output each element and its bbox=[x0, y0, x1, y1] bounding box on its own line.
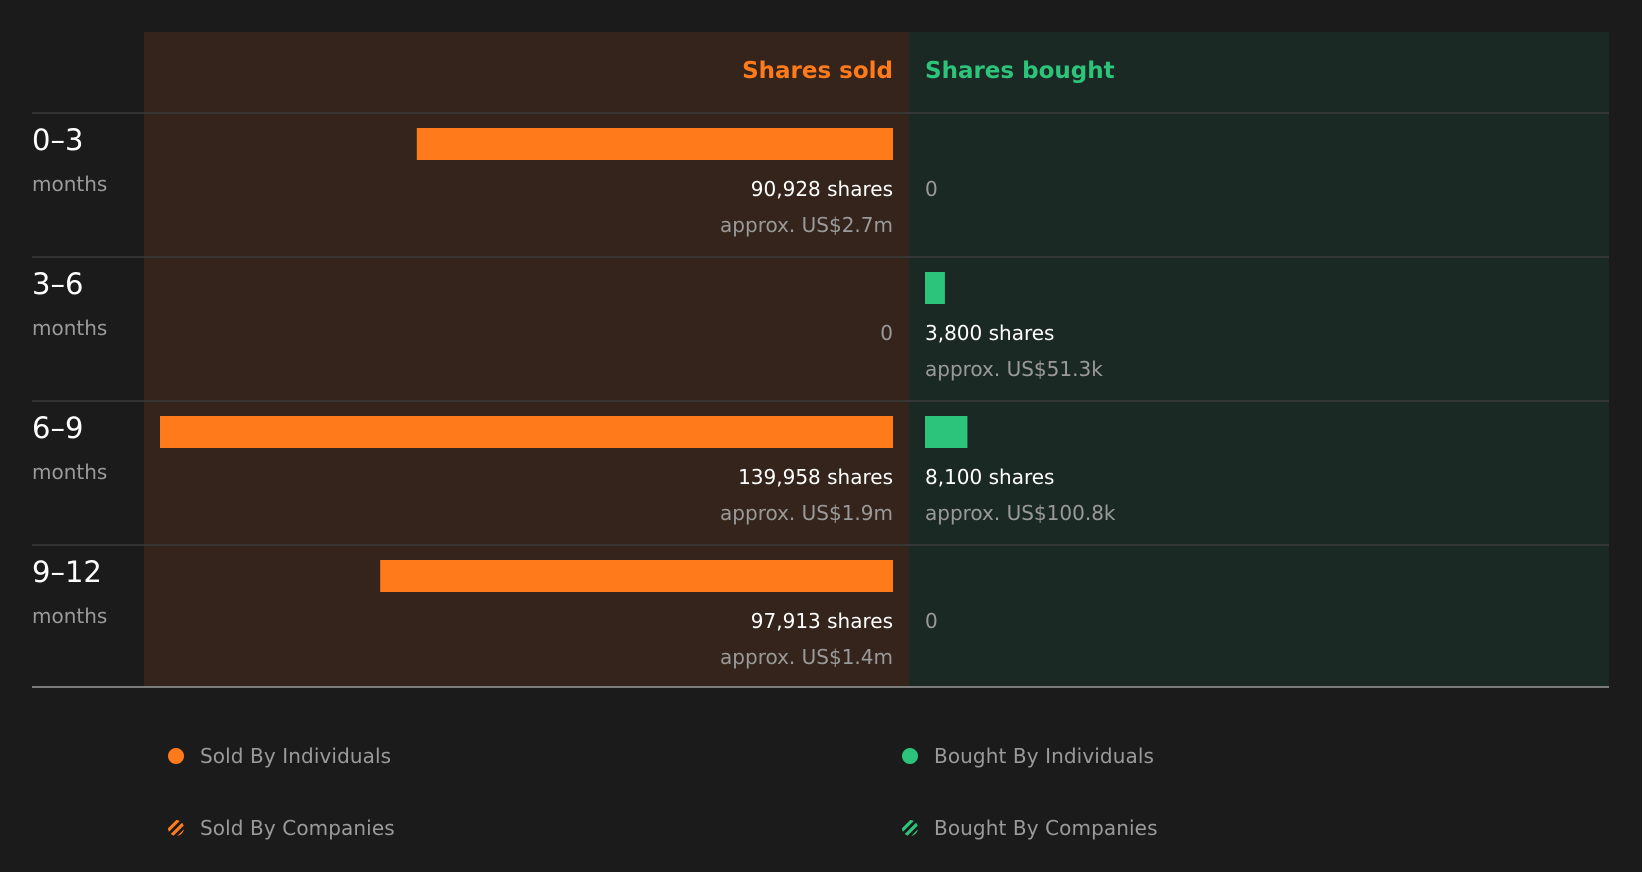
sold-bar bbox=[160, 416, 893, 448]
bought-shares-label: 3,800 shares bbox=[925, 321, 1054, 345]
row-unit-label: months bbox=[32, 316, 107, 340]
legend-bought-companies: Bought By Companies bbox=[902, 816, 1158, 840]
sold-shares-label: 90,928 shares bbox=[751, 177, 893, 201]
sold-zero-label: 0 bbox=[880, 321, 893, 345]
row-unit-label: months bbox=[32, 172, 107, 196]
sold-shares-label: 139,958 shares bbox=[738, 465, 893, 489]
bought-zero-label: 0 bbox=[925, 177, 938, 201]
sold-value-label: approx. US$1.9m bbox=[720, 501, 893, 525]
sold-value-label: approx. US$1.4m bbox=[720, 645, 893, 669]
sold-bar bbox=[416, 128, 893, 160]
row-range-label: 3–6 bbox=[32, 267, 83, 301]
legend-label: Bought By Companies bbox=[934, 816, 1158, 840]
row-range-label: 6–9 bbox=[32, 411, 83, 445]
bought-individuals-swatch-icon bbox=[902, 748, 918, 764]
bought-value-label: approx. US$51.3k bbox=[925, 357, 1103, 381]
legend-sold-individuals: Sold By Individuals bbox=[168, 744, 391, 768]
row-unit-label: months bbox=[32, 460, 107, 484]
bought-header: Shares bought bbox=[925, 58, 1115, 84]
sold-individuals-swatch-icon bbox=[168, 748, 184, 764]
bought-value-label: approx. US$100.8k bbox=[925, 501, 1116, 525]
sold-shares-label: 97,913 shares bbox=[751, 609, 893, 633]
legend-label: Sold By Individuals bbox=[200, 744, 392, 768]
bought-bar bbox=[925, 272, 945, 304]
sold-value-label: approx. US$2.7m bbox=[720, 213, 893, 237]
sold-companies-swatch-icon bbox=[168, 820, 184, 836]
row-range-label: 0–3 bbox=[32, 123, 83, 157]
legend-label: Bought By Individuals bbox=[934, 744, 1155, 768]
legend-bought-individuals: Bought By Individuals bbox=[902, 744, 1154, 768]
legend-label: Sold By Companies bbox=[200, 816, 395, 840]
sold-bar bbox=[380, 560, 893, 592]
sold-header: Shares sold bbox=[742, 58, 893, 84]
bought-bar bbox=[925, 416, 968, 448]
insider-trading-chart: Shares sold Shares bought 0–3 months 90,92… bbox=[32, 32, 1609, 688]
bought-companies-swatch-icon bbox=[902, 820, 918, 836]
bought-shares-label: 8,100 shares bbox=[925, 465, 1054, 489]
row-range-label: 9–12 bbox=[32, 555, 102, 589]
legend-sold-companies: Sold By Companies bbox=[168, 816, 395, 840]
bought-zero-label: 0 bbox=[925, 609, 938, 633]
row-unit-label: months bbox=[32, 604, 107, 628]
